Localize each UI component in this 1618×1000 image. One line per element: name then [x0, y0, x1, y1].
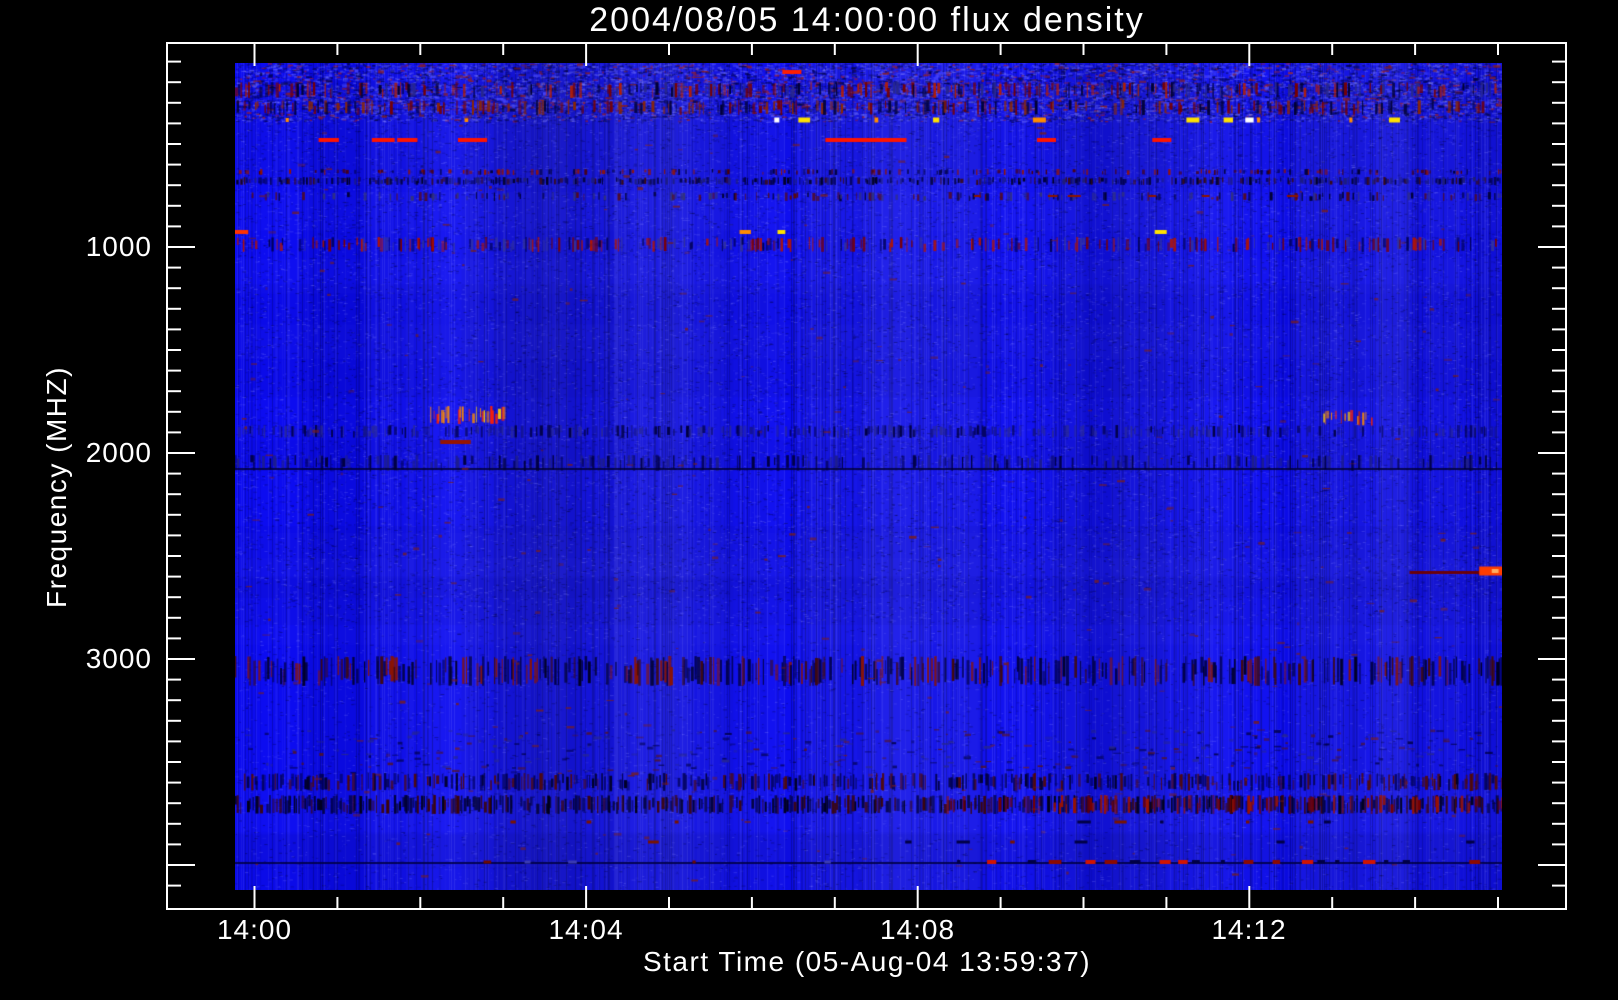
x-tick-label: 14:04: [548, 914, 624, 945]
plot-frame: [166, 42, 1567, 910]
y-tick-label: 2000: [85, 437, 152, 468]
y-tick-label: 1000: [85, 231, 152, 262]
axes-frame: [166, 42, 1567, 910]
x-tick-label: 14:00: [216, 914, 293, 945]
y-tick-label: 3000: [85, 643, 152, 674]
x-axis-label: Start Time (05-Aug-04 13:59:37): [642, 946, 1092, 977]
x-tick-label: 14:08: [879, 914, 956, 945]
x-tick-label: 14:12: [1211, 914, 1287, 945]
spectrogram-window: 2004/08/05 14:00:00 flux density Frequen…: [0, 0, 1618, 1000]
